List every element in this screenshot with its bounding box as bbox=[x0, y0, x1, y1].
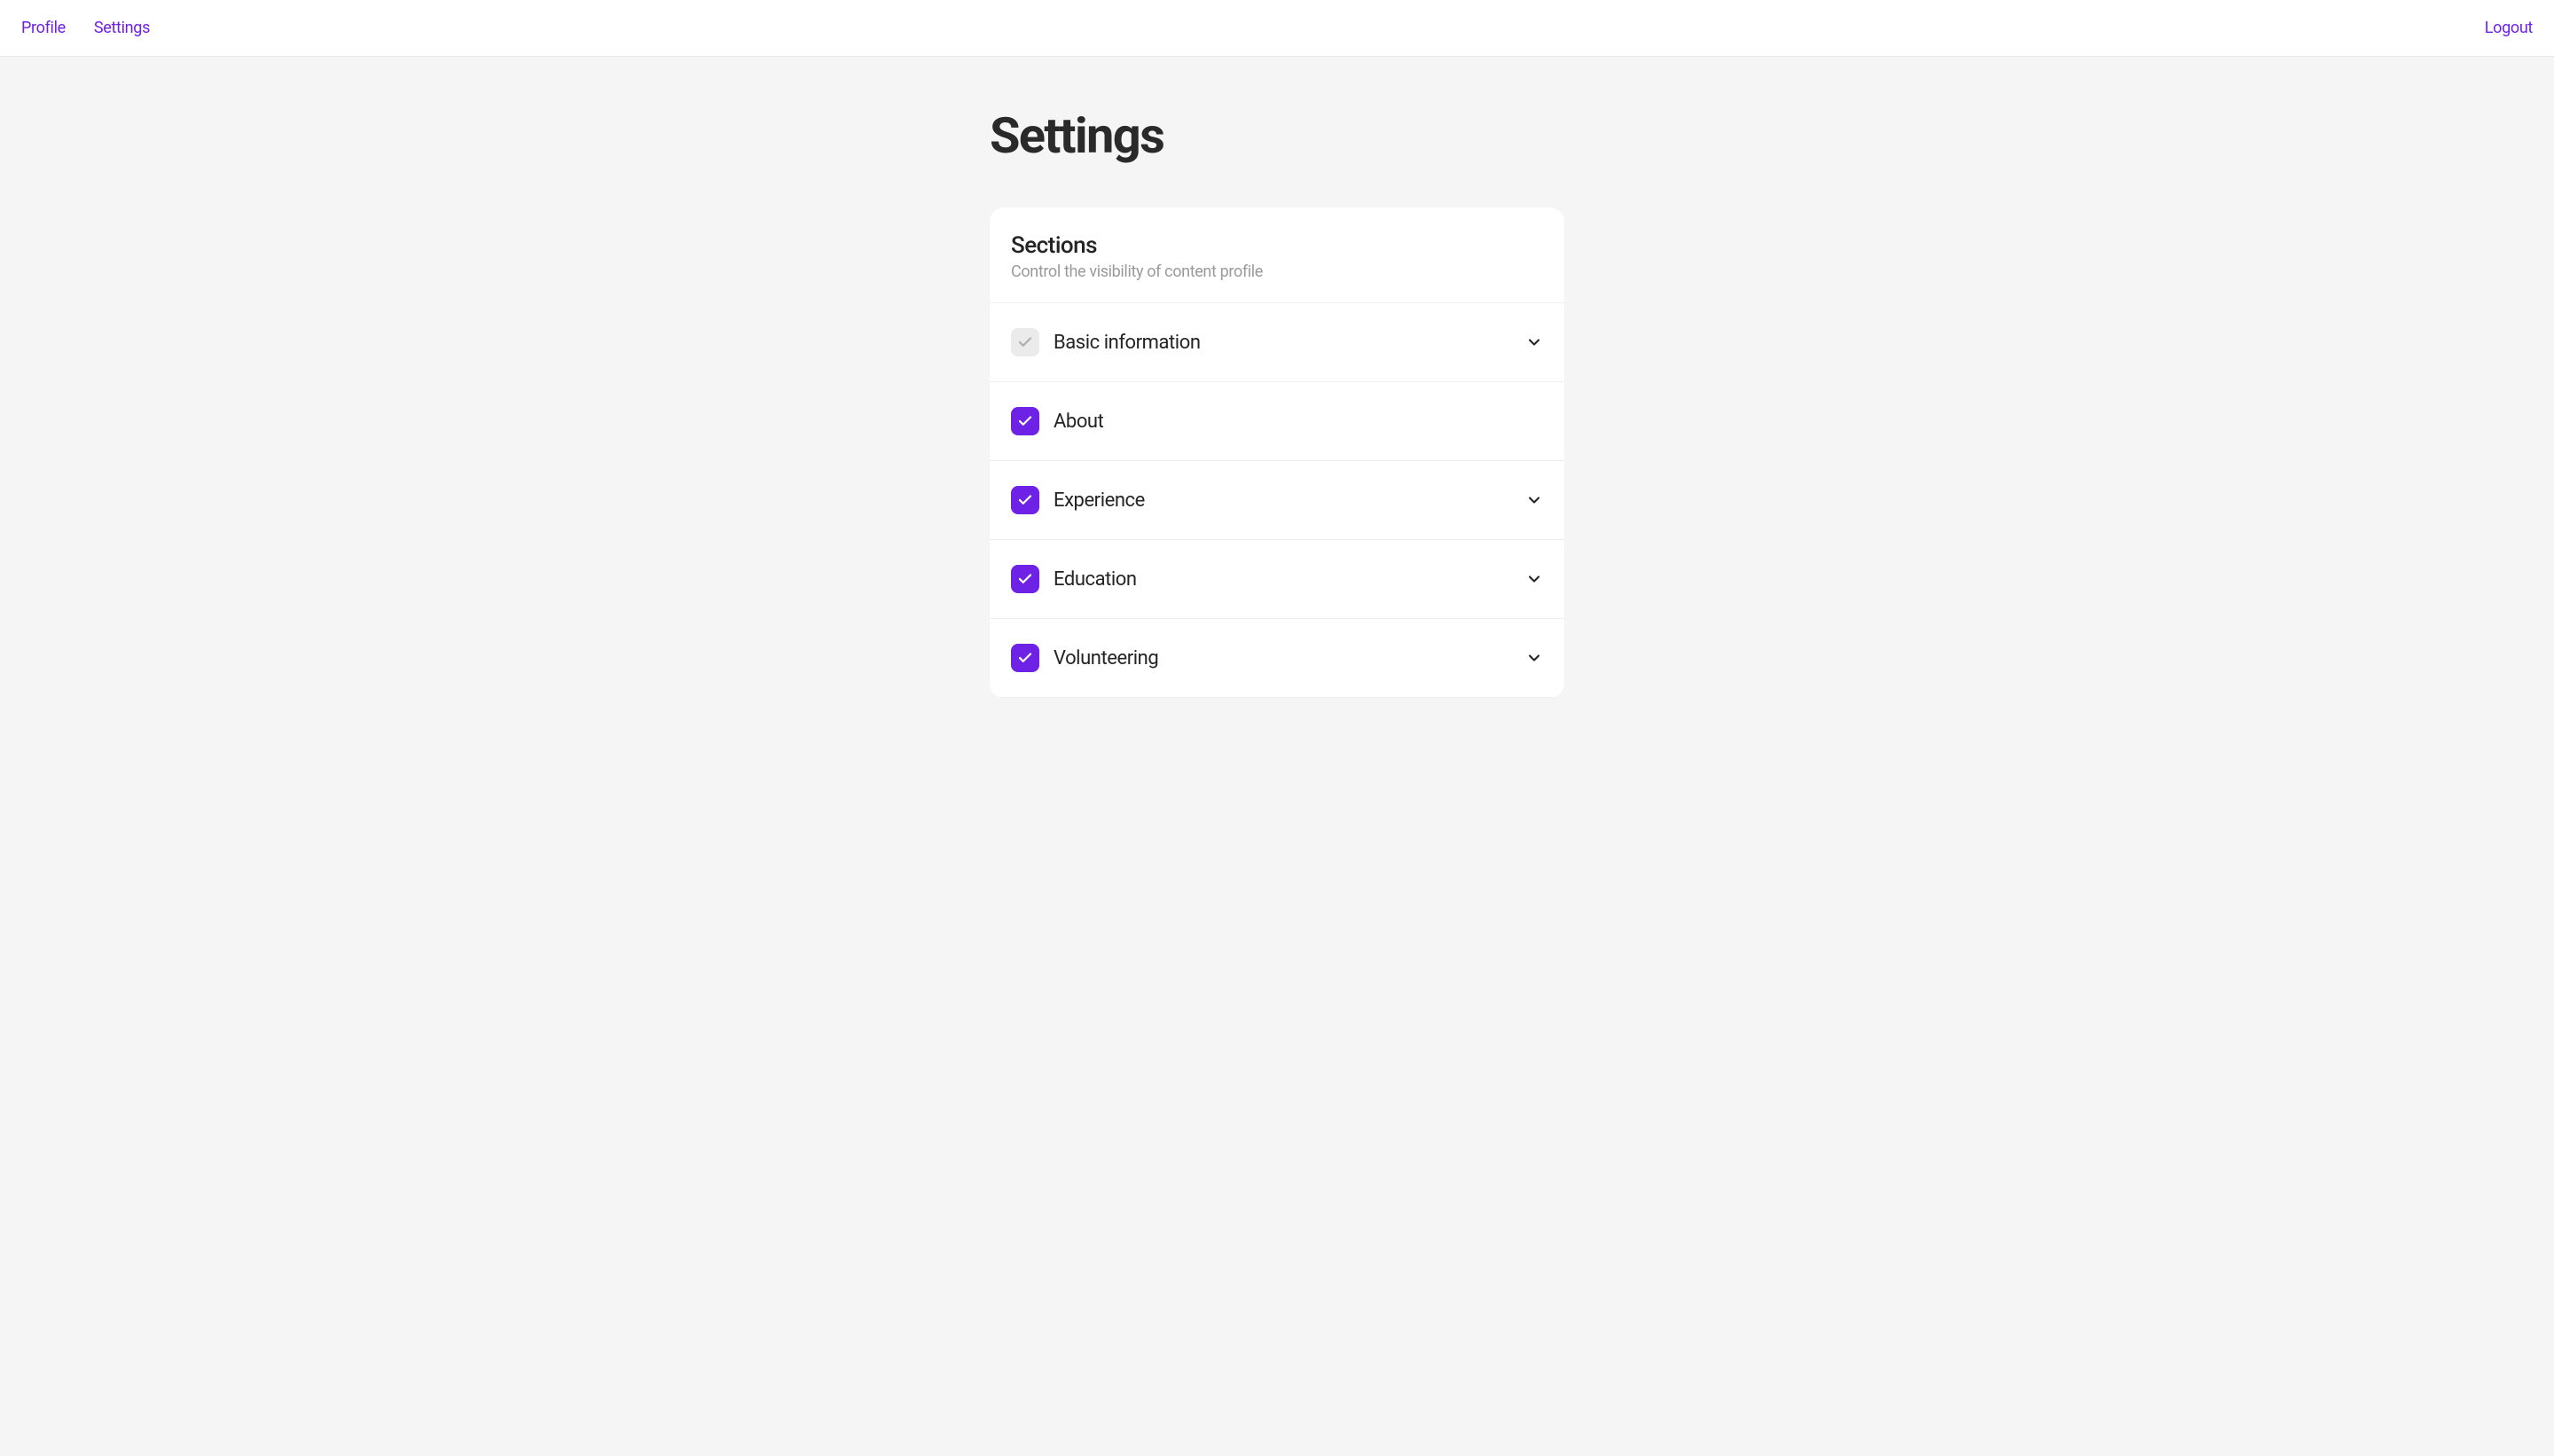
navbar: Profile Settings Logout bbox=[0, 0, 2554, 57]
section-row-experience: Experience bbox=[990, 461, 1564, 540]
card-title: Sections bbox=[1011, 232, 1543, 259]
expand-toggle-volunteering[interactable] bbox=[1525, 649, 1543, 667]
expand-toggle-experience[interactable] bbox=[1525, 491, 1543, 509]
check-icon bbox=[1017, 571, 1033, 587]
check-icon bbox=[1017, 334, 1033, 350]
chevron-down-icon bbox=[1525, 570, 1543, 588]
checkbox-volunteering[interactable] bbox=[1011, 644, 1039, 672]
check-icon bbox=[1017, 413, 1033, 429]
checkbox-experience[interactable] bbox=[1011, 486, 1039, 514]
chevron-down-icon bbox=[1525, 491, 1543, 509]
sections-card: Sections Control the visibility of conte… bbox=[990, 207, 1564, 698]
checkbox-about[interactable] bbox=[1011, 407, 1039, 435]
page-title: Settings bbox=[990, 106, 1564, 165]
expand-toggle-education[interactable] bbox=[1525, 570, 1543, 588]
section-label: Education bbox=[1054, 568, 1511, 591]
chevron-spacer bbox=[1525, 412, 1543, 430]
nav-link-settings[interactable]: Settings bbox=[94, 19, 150, 37]
check-icon bbox=[1017, 492, 1033, 508]
section-row-basic-information: Basic information bbox=[990, 303, 1564, 382]
chevron-down-icon bbox=[1525, 333, 1543, 351]
section-label: Basic information bbox=[1054, 332, 1511, 354]
card-subtitle: Control the visibility of content profil… bbox=[1011, 262, 1543, 281]
nav-link-profile[interactable]: Profile bbox=[21, 19, 66, 37]
section-row-education: Education bbox=[990, 540, 1564, 619]
section-label: About bbox=[1054, 411, 1511, 433]
nav-link-logout[interactable]: Logout bbox=[2485, 19, 2533, 37]
section-label: Volunteering bbox=[1054, 647, 1511, 669]
section-label: Experience bbox=[1054, 489, 1511, 512]
checkbox-education[interactable] bbox=[1011, 565, 1039, 593]
expand-toggle-basic-information[interactable] bbox=[1525, 333, 1543, 351]
checkbox-basic-information bbox=[1011, 328, 1039, 356]
check-icon bbox=[1017, 650, 1033, 666]
nav-left: Profile Settings bbox=[21, 19, 150, 37]
card-header: Sections Control the visibility of conte… bbox=[990, 207, 1564, 303]
main-container: Settings Sections Control the visibility… bbox=[990, 57, 1564, 698]
section-row-about: About bbox=[990, 382, 1564, 461]
section-row-volunteering: Volunteering bbox=[990, 619, 1564, 698]
chevron-down-icon bbox=[1525, 649, 1543, 667]
